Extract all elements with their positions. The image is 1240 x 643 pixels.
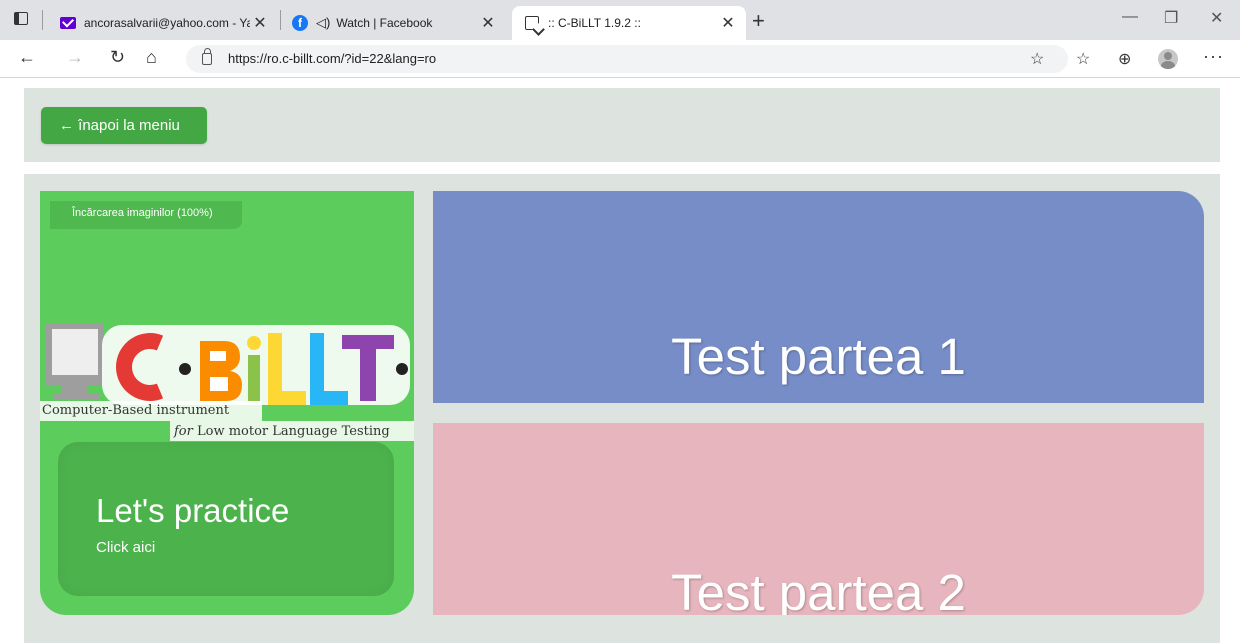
tab-actions-icon[interactable] <box>14 12 28 25</box>
tab-c-billt[interactable]: :: C-BiLLT 1.9.2 :: ✕ <box>512 6 746 40</box>
test-part-2-label: Test partea 2 <box>671 564 966 615</box>
new-tab-button[interactable]: + <box>752 8 765 34</box>
address-bar: ← → ↻ ⌂ https://ro.c-billt.com/?id=22&la… <box>0 40 1240 78</box>
tab-title: Watch | Facebook <box>336 16 433 30</box>
back-to-menu-button[interactable]: ← înapoi la meniu <box>41 107 207 144</box>
tab-separator <box>42 10 43 30</box>
home-icon[interactable]: ⌂ <box>146 47 157 68</box>
tab-title: :: C-BiLLT 1.9.2 :: <box>548 16 641 30</box>
test-part-2-button[interactable]: Test partea 2 <box>433 423 1204 615</box>
facebook-icon: f <box>292 15 308 31</box>
collections-icon[interactable]: ⊕ <box>1118 49 1131 69</box>
logo-subtitle-rest: Low motor Language Testing <box>192 424 390 439</box>
tab-facebook[interactable]: f ◁) Watch | Facebook ✕ <box>284 6 506 40</box>
main-panel: Încărcarea imaginilor (100%) Computer-Ba… <box>24 174 1220 643</box>
close-icon[interactable]: ✕ <box>250 13 270 33</box>
image-loading-label: Încărcarea imaginilor (100%) <box>50 201 242 229</box>
minimize-button[interactable]: — <box>1122 8 1138 26</box>
more-icon[interactable]: ··· <box>1203 46 1224 67</box>
refresh-icon[interactable]: ↻ <box>110 47 125 68</box>
forward-arrow-icon[interactable]: → <box>66 47 84 68</box>
page-content: ← înapoi la meniu Încărcarea imaginilor … <box>0 78 1240 643</box>
browser-tab-bar: ancorasalvarii@yahoo.com - Yah ✕ f ◁) Wa… <box>0 0 1240 40</box>
favorites-icon[interactable]: ☆ <box>1076 49 1090 69</box>
document-icon <box>524 15 540 31</box>
test-part-1-button[interactable]: Test partea 1 <box>433 191 1204 403</box>
close-icon[interactable]: ✕ <box>478 13 498 33</box>
restore-button[interactable]: ❐ <box>1164 8 1178 28</box>
close-icon[interactable]: ✕ <box>718 13 738 33</box>
url-text[interactable]: https://ro.c-billt.com/?id=22&lang=ro <box>228 51 436 66</box>
speaker-icon[interactable]: ◁) <box>316 15 330 31</box>
top-panel: ← înapoi la meniu <box>24 88 1220 162</box>
logo-subtitle-line2: for Low motor Language Testing <box>174 424 390 439</box>
close-window-button[interactable]: ✕ <box>1210 8 1223 28</box>
practice-subtitle: Click aici <box>96 539 156 556</box>
practice-panel: Încărcarea imaginilor (100%) Computer-Ba… <box>40 191 414 615</box>
logo-subtitle-line1: Computer-Based instrument <box>42 403 230 418</box>
lets-practice-button[interactable]: Let's practice Click aici <box>58 442 394 596</box>
back-arrow-icon[interactable]: ← <box>18 47 36 68</box>
tab-title: ancorasalvarii@yahoo.com - Yah <box>84 16 250 30</box>
profile-avatar[interactable] <box>1158 49 1178 69</box>
c-billt-logo: Computer-Based instrument for Low motor … <box>40 319 414 445</box>
back-to-menu-label: ← înapoi la meniu <box>59 117 180 134</box>
url-field[interactable]: https://ro.c-billt.com/?id=22&lang=ro <box>186 45 1068 73</box>
favorite-add-icon[interactable]: ☆ <box>1030 49 1044 69</box>
logo-subtitle-for: for <box>174 424 193 439</box>
test-part-1-label: Test partea 1 <box>671 328 966 385</box>
practice-title: Let's practice <box>96 492 290 529</box>
tab-yahoo-mail[interactable]: ancorasalvarii@yahoo.com - Yah ✕ <box>52 6 278 40</box>
yahoo-mail-icon <box>60 15 76 31</box>
lock-icon[interactable] <box>202 48 212 65</box>
tab-separator <box>280 10 281 30</box>
